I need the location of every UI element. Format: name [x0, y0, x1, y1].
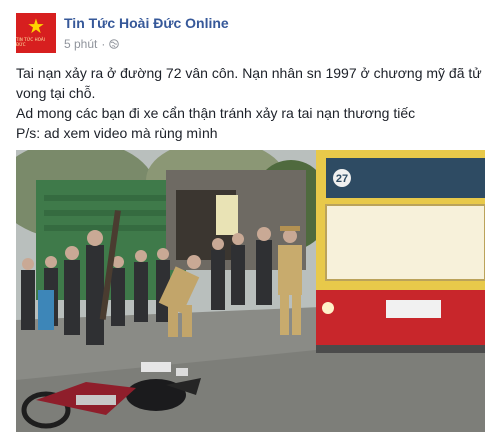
bus-illustration: 27 — [316, 150, 485, 353]
page-name-link[interactable]: Tin Tức Hoài Đức Online — [64, 15, 229, 31]
post-text-line: Tai nạn xảy ra ở đường 72 vân côn. Nạn n… — [16, 65, 482, 101]
post-text-line: Ad mong các bạn đi xe cẩn thận tránh xảy… — [16, 105, 416, 121]
avatar-caption: TIN TỨC HOÀI ĐỨC — [16, 37, 46, 47]
page-avatar[interactable]: ★ TIN TỨC HOÀI ĐỨC — [16, 13, 56, 53]
post-photo[interactable]: 27 — [16, 150, 485, 432]
globe-icon[interactable] — [109, 39, 120, 49]
meta-separator: · — [101, 37, 106, 51]
shop-sign — [216, 195, 238, 235]
bus-route-number: 27 — [336, 173, 348, 185]
post-text-line: P/s: ad xem video mà rùng mình — [16, 125, 218, 141]
post-timestamp[interactable]: 5 phút — [64, 37, 97, 51]
star-icon: ★ — [27, 16, 45, 38]
post-body: Tai nạn xảy ra ở đường 72 vân côn. Nạn n… — [16, 63, 486, 143]
post-meta: 5 phút · — [64, 37, 120, 51]
accident-scene-illustration: 27 — [16, 150, 485, 432]
facebook-post: ★ TIN TỨC HOÀI ĐỨC Tin Tức Hoài Đức Onli… — [0, 0, 497, 434]
